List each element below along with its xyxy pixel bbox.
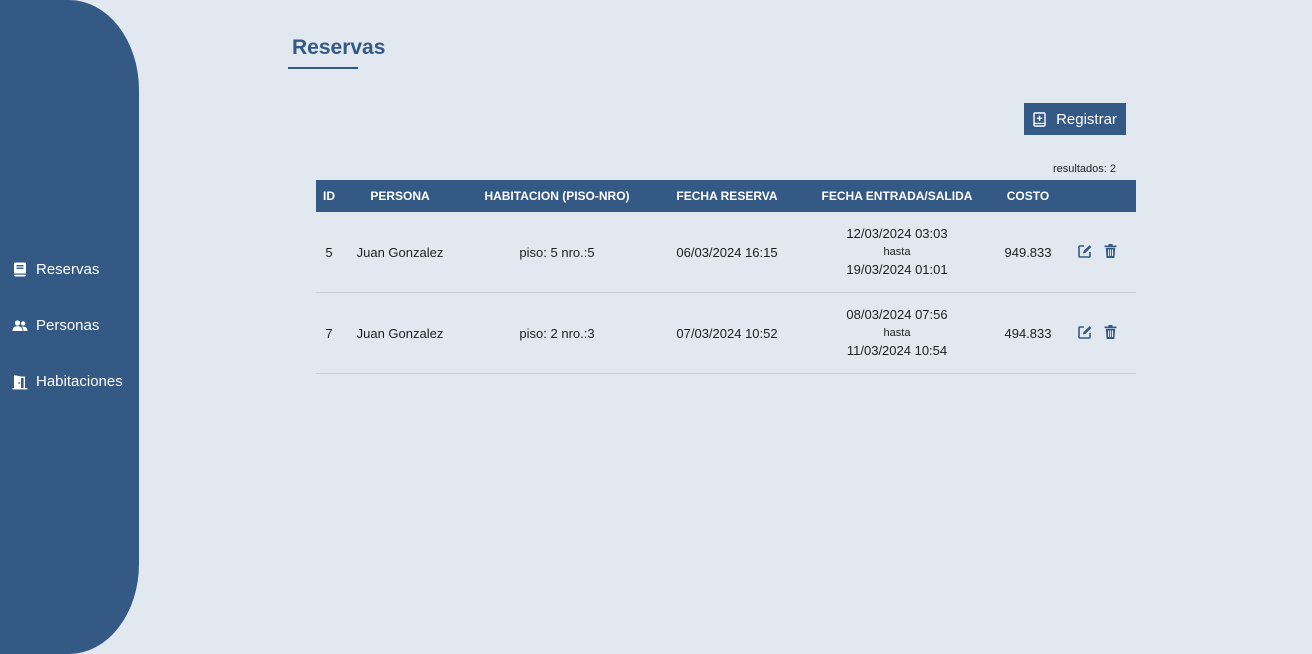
sidebar: Reservas Personas Habitaciones <box>0 0 139 654</box>
sidebar-item-label: Personas <box>36 317 100 334</box>
register-label: Registrar <box>1056 110 1117 128</box>
hasta-label: hasta <box>883 327 911 339</box>
column-header-persona: PERSONA <box>342 180 458 212</box>
column-header-fecha-reserva: FECHA RESERVA <box>656 180 798 212</box>
table-row: 5 Juan Gonzalez piso: 5 nro.:5 06/03/202… <box>316 212 1136 293</box>
table-header-row: ID PERSONA HABITACION (PISO-NRO) FECHA R… <box>316 180 1136 212</box>
edit-icon[interactable] <box>1078 325 1092 339</box>
fecha-entrada: 12/03/2024 03:03 <box>846 226 948 241</box>
cell-habitacion: piso: 2 nro.:3 <box>458 292 656 374</box>
register-button[interactable]: Registrar <box>1024 103 1126 135</box>
users-icon <box>12 318 28 334</box>
fecha-salida: 11/03/2024 10:54 <box>846 343 948 358</box>
cell-actions <box>1060 212 1136 293</box>
sidebar-item-label: Habitaciones <box>36 373 123 390</box>
hasta-label: hasta <box>883 246 911 258</box>
cell-id: 7 <box>316 292 342 374</box>
fecha-salida: 19/03/2024 01:01 <box>846 262 948 277</box>
cell-persona: Juan Gonzalez <box>342 212 458 293</box>
table-row: 7 Juan Gonzalez piso: 2 nro.:3 07/03/202… <box>316 292 1136 374</box>
fecha-entrada: 08/03/2024 07:56 <box>846 307 948 322</box>
cell-fecha-reserva: 07/03/2024 10:52 <box>656 292 798 374</box>
page-title: Reservas <box>292 36 386 59</box>
trash-icon[interactable] <box>1104 243 1118 258</box>
cell-fecha-entrada-salida: 08/03/2024 07:56 hasta 11/03/2024 10:54 <box>798 292 996 374</box>
cell-fecha-reserva: 06/03/2024 16:15 <box>656 212 798 293</box>
cell-habitacion: piso: 5 nro.:5 <box>458 212 656 293</box>
results-count: resultados: 2 <box>1053 163 1116 175</box>
cell-fecha-entrada-salida: 12/03/2024 03:03 hasta 19/03/2024 01:01 <box>798 212 996 293</box>
add-book-icon <box>1033 112 1047 127</box>
column-header-costo: COSTO <box>996 180 1060 212</box>
column-header-actions <box>1060 180 1136 212</box>
cell-persona: Juan Gonzalez <box>342 292 458 374</box>
cell-actions <box>1060 292 1136 374</box>
column-header-id: ID <box>316 180 342 212</box>
sidebar-item-habitaciones[interactable]: Habitaciones <box>12 373 123 390</box>
reservas-table: ID PERSONA HABITACION (PISO-NRO) FECHA R… <box>316 180 1136 374</box>
book-icon <box>12 262 28 278</box>
title-underline <box>288 67 358 69</box>
column-header-fecha-entrada-salida: FECHA ENTRADA/SALIDA <box>798 180 996 212</box>
door-icon <box>12 374 28 390</box>
cell-costo: 949.833 <box>996 212 1060 293</box>
trash-icon[interactable] <box>1104 324 1118 339</box>
sidebar-item-reservas[interactable]: Reservas <box>12 261 99 278</box>
cell-costo: 494.833 <box>996 292 1060 374</box>
sidebar-item-personas[interactable]: Personas <box>12 317 99 334</box>
edit-icon[interactable] <box>1078 244 1092 258</box>
column-header-habitacion: HABITACION (PISO-NRO) <box>458 180 656 212</box>
cell-id: 5 <box>316 212 342 293</box>
sidebar-item-label: Reservas <box>36 261 100 278</box>
